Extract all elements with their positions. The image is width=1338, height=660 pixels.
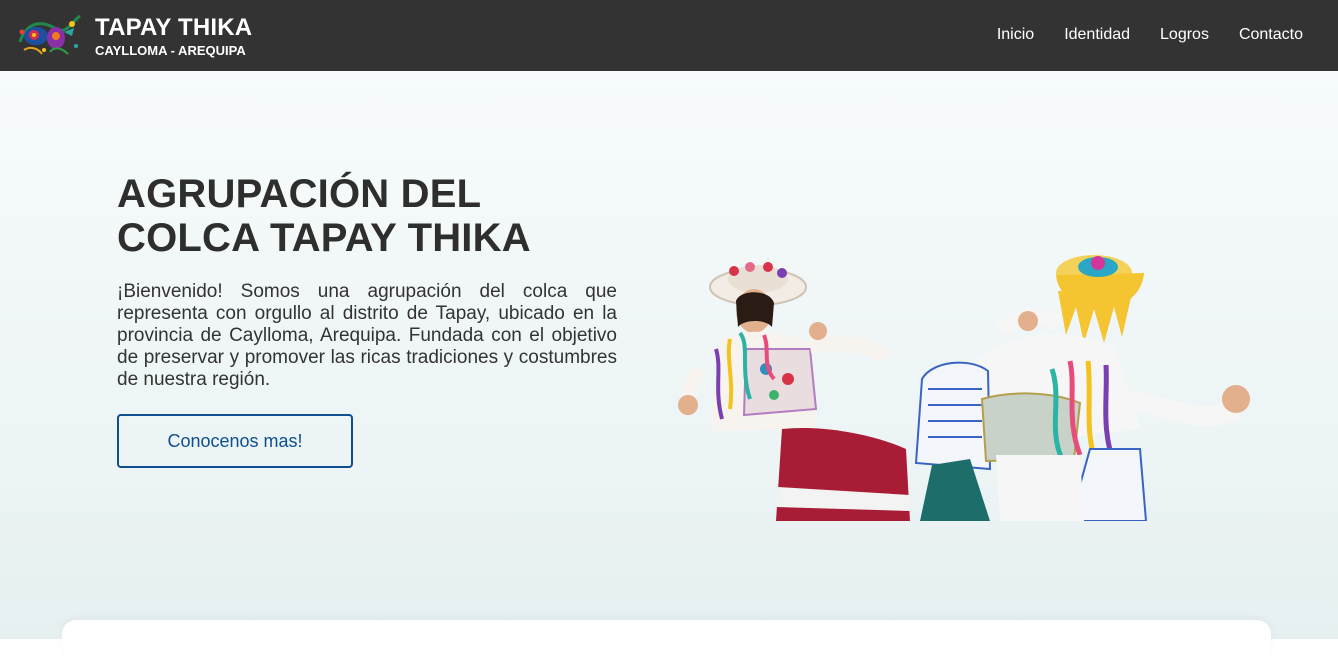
- hero-title-line2: COLCA TAPAY THIKA: [117, 216, 531, 260]
- traditional-dancers-image: [678, 255, 1250, 521]
- top-navbar: TAPAY THIKA CAYLLOMA - AREQUIPA Inicio I…: [0, 0, 1338, 71]
- hero-title: AGRUPACIÓN DEL COLCA TAPAY THIKA: [117, 172, 637, 260]
- main-nav: Inicio Identidad Logros Contacto: [997, 25, 1303, 45]
- hero-title-line1: AGRUPACIÓN DEL: [117, 172, 482, 216]
- nav-link-contacto[interactable]: Contacto: [1239, 25, 1303, 45]
- nav-link-identidad[interactable]: Identidad: [1064, 25, 1130, 45]
- nav-link-logros[interactable]: Logros: [1160, 25, 1209, 45]
- conocenos-button[interactable]: Conocenos mas!: [117, 414, 353, 468]
- brand-subtitle: CAYLLOMA - AREQUIPA: [95, 43, 246, 58]
- brand-title: TAPAY THIKA: [95, 14, 253, 41]
- embroidered-bird-logo[interactable]: [14, 10, 84, 60]
- hero-description: ¡Bienvenido! Somos una agrupación del co…: [117, 281, 617, 390]
- content-card: [62, 620, 1271, 660]
- nav-link-inicio[interactable]: Inicio: [997, 25, 1034, 45]
- hero-section: AGRUPACIÓN DEL COLCA TAPAY THIKA ¡Bienve…: [0, 71, 1338, 660]
